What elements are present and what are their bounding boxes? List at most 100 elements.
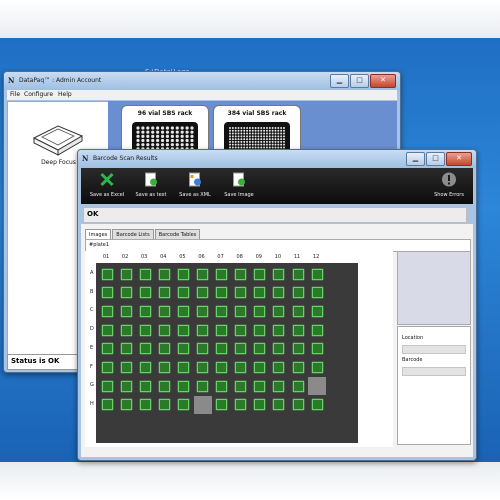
decoded-well[interactable] bbox=[101, 380, 113, 392]
decoded-well[interactable] bbox=[292, 287, 304, 299]
decoded-well[interactable] bbox=[273, 362, 285, 373]
decoded-well[interactable] bbox=[235, 287, 247, 299]
save-image-button[interactable]: Save Image bbox=[219, 170, 259, 202]
decoded-well[interactable] bbox=[254, 380, 266, 392]
decoded-well[interactable] bbox=[197, 343, 208, 355]
decoded-well[interactable] bbox=[177, 268, 189, 280]
minimize-button[interactable]: ▁ bbox=[406, 152, 425, 166]
decoded-well[interactable] bbox=[197, 380, 208, 392]
decoded-well[interactable] bbox=[216, 287, 228, 299]
decoded-well[interactable] bbox=[139, 305, 151, 317]
empty-well[interactable] bbox=[308, 377, 327, 396]
decoded-well[interactable] bbox=[101, 287, 113, 299]
decoded-well[interactable] bbox=[311, 305, 323, 317]
decoded-well[interactable] bbox=[139, 343, 151, 355]
decoded-well[interactable] bbox=[197, 268, 208, 280]
save-as-excel-button[interactable]: Save as Excel bbox=[87, 170, 127, 202]
decoded-well[interactable] bbox=[273, 399, 285, 411]
barcode-results-window[interactable]: N Barcode Scan Results ▁ □ ✕ Save as Exc… bbox=[77, 149, 477, 461]
decoded-well[interactable] bbox=[235, 305, 247, 317]
decoded-well[interactable] bbox=[177, 305, 189, 317]
decoded-well[interactable] bbox=[177, 362, 189, 373]
decoded-well[interactable] bbox=[273, 287, 285, 299]
decoded-well[interactable] bbox=[120, 324, 132, 336]
admin-titlebar[interactable]: N DataPaq™ : Admin Account ▁ □ ✕ bbox=[4, 72, 400, 90]
decoded-well[interactable] bbox=[177, 399, 189, 411]
decoded-well[interactable] bbox=[235, 362, 247, 373]
decoded-well[interactable] bbox=[254, 324, 266, 336]
decoded-well[interactable] bbox=[139, 268, 151, 280]
show-errors-button[interactable]: Show Errors bbox=[429, 170, 469, 202]
maximize-button[interactable]: □ bbox=[350, 74, 369, 88]
decoded-well[interactable] bbox=[120, 305, 132, 317]
decoded-well[interactable] bbox=[101, 362, 113, 373]
close-button[interactable]: ✕ bbox=[370, 74, 396, 88]
decoded-well[interactable] bbox=[216, 343, 228, 355]
location-field[interactable] bbox=[402, 345, 466, 354]
decoded-well[interactable] bbox=[158, 362, 170, 373]
decoded-well[interactable] bbox=[311, 362, 323, 373]
minimize-button[interactable]: ▁ bbox=[330, 74, 349, 88]
decoded-well[interactable] bbox=[158, 380, 170, 392]
decoded-well[interactable] bbox=[216, 362, 228, 373]
decoded-well[interactable] bbox=[139, 380, 151, 392]
save-as-xml-button[interactable]: Save as XML bbox=[175, 170, 215, 202]
decoded-well[interactable] bbox=[177, 324, 189, 336]
decoded-well[interactable] bbox=[254, 362, 266, 373]
decoded-well[interactable] bbox=[292, 362, 304, 373]
decoded-well[interactable] bbox=[120, 399, 132, 411]
decoded-well[interactable] bbox=[216, 324, 228, 336]
maximize-button[interactable]: □ bbox=[426, 152, 445, 166]
decoded-well[interactable] bbox=[120, 287, 132, 299]
decoded-well[interactable] bbox=[254, 343, 266, 355]
decoded-well[interactable] bbox=[158, 324, 170, 336]
decoded-well[interactable] bbox=[254, 268, 266, 280]
decoded-well[interactable] bbox=[120, 362, 132, 373]
tab-barcode-lists[interactable]: Barcode Lists bbox=[112, 229, 154, 239]
decoded-well[interactable] bbox=[216, 268, 228, 280]
decoded-well[interactable] bbox=[235, 343, 247, 355]
decoded-well[interactable] bbox=[158, 287, 170, 299]
decoded-well[interactable] bbox=[216, 399, 228, 411]
decoded-well[interactable] bbox=[101, 324, 113, 336]
decoded-well[interactable] bbox=[273, 324, 285, 336]
decoded-well[interactable] bbox=[197, 305, 208, 317]
decoded-well[interactable] bbox=[139, 287, 151, 299]
decoded-well[interactable] bbox=[177, 343, 189, 355]
decoded-well[interactable] bbox=[235, 268, 247, 280]
decoded-well[interactable] bbox=[311, 268, 323, 280]
decoded-well[interactable] bbox=[158, 268, 170, 280]
decoded-well[interactable] bbox=[120, 380, 132, 392]
decoded-well[interactable] bbox=[139, 362, 151, 373]
decoded-well[interactable] bbox=[139, 399, 151, 411]
decoded-well[interactable] bbox=[254, 399, 266, 411]
decoded-well[interactable] bbox=[273, 305, 285, 317]
decoded-well[interactable] bbox=[197, 287, 208, 299]
plate-scan-image[interactable] bbox=[96, 263, 358, 443]
save-as-text-button[interactable]: Save as text bbox=[131, 170, 171, 202]
decoded-well[interactable] bbox=[235, 380, 247, 392]
decoded-well[interactable] bbox=[292, 324, 304, 336]
tab-barcode-tables[interactable]: Barcode Tables bbox=[154, 229, 201, 239]
decoded-well[interactable] bbox=[311, 324, 323, 336]
menu-file[interactable]: File bbox=[10, 91, 20, 98]
decoded-well[interactable] bbox=[101, 268, 113, 280]
decoded-well[interactable] bbox=[292, 399, 304, 411]
decoded-well[interactable] bbox=[101, 305, 113, 317]
decoded-well[interactable] bbox=[158, 305, 170, 317]
decoded-well[interactable] bbox=[197, 362, 208, 373]
decoded-well[interactable] bbox=[292, 343, 304, 355]
menu-help[interactable]: Help bbox=[58, 91, 72, 98]
decoded-well[interactable] bbox=[158, 343, 170, 355]
decoded-well[interactable] bbox=[101, 399, 113, 411]
decoded-well[interactable] bbox=[101, 343, 113, 355]
empty-well[interactable] bbox=[193, 395, 212, 414]
decoded-well[interactable] bbox=[235, 399, 247, 411]
decoded-well[interactable] bbox=[292, 380, 304, 392]
decoded-well[interactable] bbox=[216, 305, 228, 317]
decoded-well[interactable] bbox=[311, 399, 323, 411]
decoded-well[interactable] bbox=[254, 305, 266, 317]
decoded-well[interactable] bbox=[292, 268, 304, 280]
decoded-well[interactable] bbox=[197, 324, 208, 336]
decoded-well[interactable] bbox=[292, 305, 304, 317]
